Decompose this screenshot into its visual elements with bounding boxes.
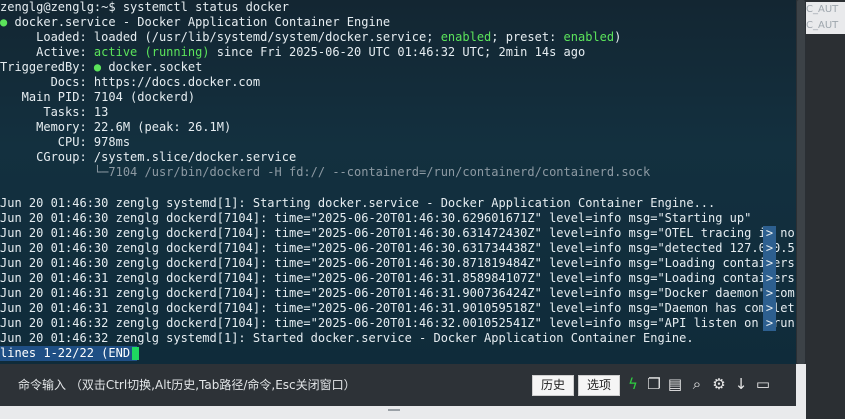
loaded-close: ) — [614, 30, 622, 44]
truncation-marker: > — [763, 226, 776, 241]
search-icon[interactable]: ⌕ — [688, 374, 706, 394]
triggered-value: docker.socket — [108, 60, 203, 74]
download-icon[interactable]: ↓ — [732, 374, 750, 394]
active-dot-icon: ● — [0, 15, 8, 29]
log-line: Jun 20 01:46:31 zenglg dockerd[7104]: ti… — [0, 271, 795, 285]
log-line: Jun 20 01:46:30 zenglg dockerd[7104]: ti… — [0, 211, 752, 225]
truncation-marker: > — [763, 286, 776, 301]
resize-handle[interactable] — [388, 409, 400, 411]
pager-status: lines 1-22/22 (END) — [0, 346, 138, 361]
socket-dot-icon: ● — [93, 60, 102, 74]
lightning-icon[interactable]: ϟ — [624, 374, 642, 394]
triggered-label: TriggeredBy: — [0, 60, 94, 74]
terminal-cursor — [132, 347, 139, 360]
unit-title: docker.service - Docker Application Cont… — [14, 15, 391, 29]
log-line: Jun 20 01:46:30 zenglg dockerd[7104]: ti… — [0, 241, 795, 255]
log-line: Jun 20 01:46:31 zenglg dockerd[7104]: ti… — [0, 301, 795, 315]
memory-line: Memory: 22.6M (peak: 26.1M) — [0, 120, 232, 134]
active-since: since Fri 2025-06-20 UTC 01:46:32 UTC; 2… — [209, 45, 586, 59]
mainpid-line: Main PID: 7104 (dockerd) — [0, 90, 196, 104]
right-panel-item[interactable]: C_AUT — [806, 18, 845, 34]
copy-icon[interactable]: ❐ — [645, 374, 663, 394]
loaded-path: loaded (/usr/lib/systemd/system/docker.s… — [93, 30, 441, 44]
active-label: Active: — [0, 45, 94, 59]
loaded-preset: enabled — [563, 30, 615, 44]
loaded-enabled: enabled — [440, 30, 492, 44]
options-button[interactable]: 选项 — [578, 375, 620, 396]
log-line: Jun 20 01:46:30 zenglg dockerd[7104]: ti… — [0, 226, 795, 240]
bottom-strip — [0, 406, 806, 419]
truncation-marker: > — [763, 271, 776, 286]
terminal-window[interactable]: zenglg@zenglg:~$ systemctl status docker… — [0, 0, 796, 364]
log-line: Jun 20 01:46:32 zenglg systemd[1]: Start… — [0, 331, 694, 345]
pager-status-text: lines 1-22/22 (END) — [0, 346, 138, 360]
loaded-line: Loaded: loaded (/usr/lib/systemd/system/… — [0, 30, 621, 45]
truncation-marker: > — [763, 301, 776, 316]
prompt-line: zenglg@zenglg:~$ systemctl status docker — [0, 0, 289, 14]
truncation-marker: > — [763, 316, 776, 331]
cpu-line: CPU: 978ms — [0, 135, 131, 149]
active-status: active (running) — [93, 45, 210, 59]
active-line: Active: active (running) since Fri 2025-… — [0, 45, 585, 60]
log-line: Jun 20 01:46:31 zenglg dockerd[7104]: ti… — [0, 286, 795, 300]
history-button[interactable]: 历史 — [532, 375, 574, 396]
log-line: Jun 20 01:46:32 zenglg dockerd[7104]: ti… — [0, 316, 795, 330]
cgroup-child-line: └─7104 /usr/bin/dockerd -H fd:// --conta… — [0, 165, 651, 179]
right-panel-item[interactable]: C_AUT — [806, 2, 845, 18]
paste-icon[interactable]: ▤ — [666, 374, 684, 394]
unit-line: ● docker.service - Docker Application Co… — [0, 15, 390, 30]
gear-icon[interactable]: ⚙ — [710, 374, 728, 394]
truncation-marker: > — [763, 256, 776, 271]
window-icon[interactable]: ▭ — [754, 374, 772, 394]
right-side-panel — [806, 0, 845, 419]
tasks-line: Tasks: 13 — [0, 105, 109, 119]
truncation-marker: > — [763, 241, 776, 256]
log-line: Jun 20 01:46:30 zenglg dockerd[7104]: ti… — [0, 256, 795, 270]
triggered-line: TriggeredBy: ● docker.socket — [0, 60, 202, 75]
scrollbar-thumb[interactable] — [797, 0, 805, 364]
docs-line: Docs: https://docs.docker.com — [0, 75, 261, 89]
command-input-label[interactable]: 命令输入 （双击Ctrl切换,Alt历史,Tab路径/命令,Esc关闭窗口） — [18, 376, 356, 394]
cgroup-line: CGroup: /system.slice/docker.service — [0, 150, 297, 164]
loaded-mid: ; preset: — [491, 30, 564, 44]
log-line: Jun 20 01:46:30 zenglg systemd[1]: Start… — [0, 196, 716, 210]
loaded-label: Loaded: — [0, 30, 94, 44]
